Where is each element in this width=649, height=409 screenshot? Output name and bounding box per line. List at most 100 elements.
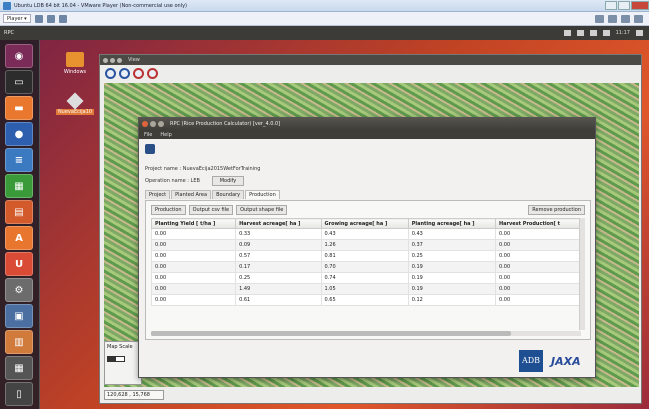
launcher: ◉ ▭ ▬ ● ≡ ▦ ▤ A U ⚙ ▣ ▥ ▦ ▯: [0, 40, 40, 409]
table-row[interactable]: 0.00 1.49 1.05 0.19 0.00: [150, 283, 581, 295]
close-button[interactable]: [631, 0, 649, 10]
settings-icon[interactable]: ⚙: [5, 278, 33, 302]
production-table: Planting Yield [ t/ha ] Harvest acreage[…: [150, 218, 581, 306]
tab-production[interactable]: Production: [245, 190, 280, 199]
desktop-icon-label: NuevaEcija10: [55, 109, 95, 115]
desktop-icon-label: Windows: [63, 69, 87, 75]
table-cell: 0.33: [235, 228, 322, 240]
files-icon[interactable]: ▬: [5, 96, 33, 120]
output-shape-button[interactable]: Output shape file: [236, 205, 288, 215]
menu-help[interactable]: Help: [160, 132, 171, 138]
sound-indicator-icon[interactable]: [602, 30, 610, 36]
tab-planted-area[interactable]: Planted Area: [171, 190, 212, 199]
minimize-icon[interactable]: [150, 121, 156, 127]
pause-icon[interactable]: [34, 14, 43, 23]
table-row[interactable]: 0.00 0.33 0.43 0.43 0.00: [150, 228, 581, 240]
player-menu[interactable]: Player ▾: [3, 14, 31, 23]
table-cell: 0.00: [150, 261, 237, 273]
close-icon[interactable]: [142, 121, 148, 127]
operation-name-value: LEB: [190, 178, 200, 184]
table-cell: 0.37: [407, 239, 497, 251]
writer-icon[interactable]: ≡: [5, 148, 33, 172]
table-row[interactable]: 0.00 0.57 0.81 0.25 0.00: [150, 250, 581, 262]
remove-production-button[interactable]: Remove production: [528, 205, 585, 215]
vertical-scrollbar[interactable]: [579, 218, 585, 330]
table-row[interactable]: 0.00 0.25 0.74 0.19 0.00: [150, 272, 581, 284]
tab-boundary[interactable]: Boundary: [212, 190, 245, 199]
map-scale-label: Map Scale: [107, 344, 133, 350]
maximize-button[interactable]: [618, 0, 630, 10]
project-name-value: NuevaEcija2015WetForTraining: [182, 166, 261, 172]
workspace-icon[interactable]: ▦: [5, 356, 33, 380]
table-cell: 0.43: [407, 228, 497, 240]
table-cell: 0.19: [407, 283, 497, 295]
impress-icon[interactable]: ▤: [5, 200, 33, 224]
table-cell: 0.65: [320, 294, 409, 306]
zoom-fit-icon[interactable]: [133, 68, 144, 79]
calc-icon[interactable]: ▦: [5, 174, 33, 198]
viewer-maximize-icon[interactable]: [117, 57, 122, 63]
mail-indicator-icon[interactable]: [576, 30, 584, 36]
terminal-icon[interactable]: ▭: [5, 70, 33, 94]
dialog-menubar: File Help: [139, 130, 595, 139]
modify-button[interactable]: Modify: [212, 176, 244, 186]
sound-icon[interactable]: [621, 14, 630, 23]
jaxa-logo: JAXA: [551, 354, 581, 368]
dash-icon[interactable]: ◉: [5, 44, 33, 68]
column-header[interactable]: Planting acreage[ ha ]: [407, 218, 497, 229]
tab-project[interactable]: Project: [145, 190, 171, 199]
trash-icon[interactable]: ▯: [5, 382, 33, 406]
dialog-title-bar: RPC (Rice Production Calculator) [ver_4.…: [139, 118, 595, 130]
send-keys-icon[interactable]: [46, 14, 55, 23]
column-header[interactable]: Harvest Production[ t: [495, 218, 581, 229]
fullscreen-icon[interactable]: [58, 14, 67, 23]
adb-logo: ADB: [519, 350, 543, 372]
keyboard-indicator-icon[interactable]: [563, 30, 571, 36]
save-icon[interactable]: [145, 144, 155, 154]
screen-icon[interactable]: ▣: [5, 304, 33, 328]
software-icon[interactable]: A: [5, 226, 33, 250]
table-cell: 0.00: [150, 283, 237, 295]
table-row[interactable]: 0.00 0.61 0.65 0.12 0.00: [150, 294, 581, 306]
zoom-out-icon[interactable]: [119, 68, 130, 79]
gear-icon[interactable]: [636, 30, 643, 36]
table-row[interactable]: 0.00 0.09 1.26 0.37 0.00: [150, 239, 581, 251]
table-cell: 0.09: [235, 239, 322, 251]
viewer-close-icon[interactable]: [103, 57, 108, 63]
output-csv-button[interactable]: Output csv file: [188, 205, 234, 215]
diamond-icon: [66, 92, 84, 110]
viewer-title-bar: View: [100, 55, 641, 65]
column-header[interactable]: Planting Yield [ t/ha ]: [150, 218, 237, 229]
table-cell: 0.00: [150, 239, 237, 251]
usb-icon[interactable]: [634, 14, 643, 23]
clock[interactable]: 11:17: [616, 30, 630, 36]
table-cell: 0.00: [150, 272, 237, 284]
network-indicator-icon[interactable]: [589, 30, 597, 36]
desktop-icon-windows[interactable]: Windows: [55, 52, 95, 75]
firefox-icon[interactable]: ●: [5, 122, 33, 146]
device-icon[interactable]: [595, 14, 604, 23]
table-cell: 0.17: [235, 261, 322, 273]
vm-title-bar: Ubuntu LDB 64 bit 16.04 - VMware Player …: [0, 0, 649, 12]
zoom-reset-icon[interactable]: [147, 68, 158, 79]
column-header[interactable]: Harvest acreage[ ha ]: [235, 218, 322, 229]
horizontal-scrollbar[interactable]: [151, 331, 581, 336]
column-header[interactable]: Growing acreage[ ha ]: [320, 218, 409, 229]
menu-file[interactable]: File: [144, 132, 152, 138]
archive-icon[interactable]: ▥: [5, 330, 33, 354]
table-cell: 0.00: [150, 250, 237, 262]
active-app-name: RPC: [4, 30, 14, 36]
scrollbar-thumb[interactable]: [151, 331, 511, 336]
desktop-icon-nuevaecija[interactable]: NuevaEcija10: [55, 92, 95, 115]
maximize-icon[interactable]: [158, 121, 164, 127]
zoom-in-icon[interactable]: [105, 68, 116, 79]
production-button[interactable]: Production: [151, 205, 186, 215]
table-row[interactable]: 0.00 0.17 0.70 0.19 0.00: [150, 261, 581, 273]
minimize-button[interactable]: [605, 0, 617, 10]
table-cell: 0.00: [495, 294, 581, 306]
ubuntu-one-icon[interactable]: U: [5, 252, 33, 276]
network-icon[interactable]: [608, 14, 617, 23]
table-cell: 0.00: [150, 228, 237, 240]
table-cell: 1.05: [320, 283, 409, 295]
viewer-minimize-icon[interactable]: [110, 57, 115, 63]
